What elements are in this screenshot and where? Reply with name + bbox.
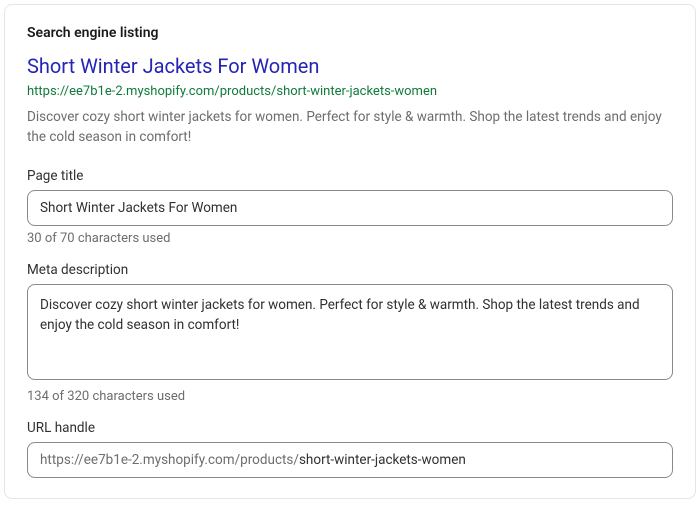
meta-description-counter: 134 of 320 characters used — [27, 389, 673, 404]
url-handle-input[interactable] — [299, 452, 660, 468]
preview-description: Discover cozy short winter jackets for w… — [27, 107, 673, 148]
page-title-label: Page title — [27, 168, 673, 184]
url-handle-prefix: https://ee7b1e-2.myshopify.com/products/ — [40, 452, 299, 468]
meta-description-label: Meta description — [27, 262, 673, 278]
preview-title: Short Winter Jackets For Women — [27, 53, 673, 79]
url-handle-label: URL handle — [27, 420, 673, 436]
preview-url: https://ee7b1e-2.myshopify.com/products/… — [27, 83, 673, 101]
url-handle-field[interactable]: https://ee7b1e-2.myshopify.com/products/ — [27, 442, 673, 478]
search-engine-listing-card: Search engine listing Short Winter Jacke… — [4, 4, 696, 499]
page-title-counter: 30 of 70 characters used — [27, 231, 673, 246]
page-title-input[interactable] — [27, 190, 673, 226]
section-title: Search engine listing — [27, 25, 673, 41]
meta-description-input[interactable] — [27, 284, 673, 380]
